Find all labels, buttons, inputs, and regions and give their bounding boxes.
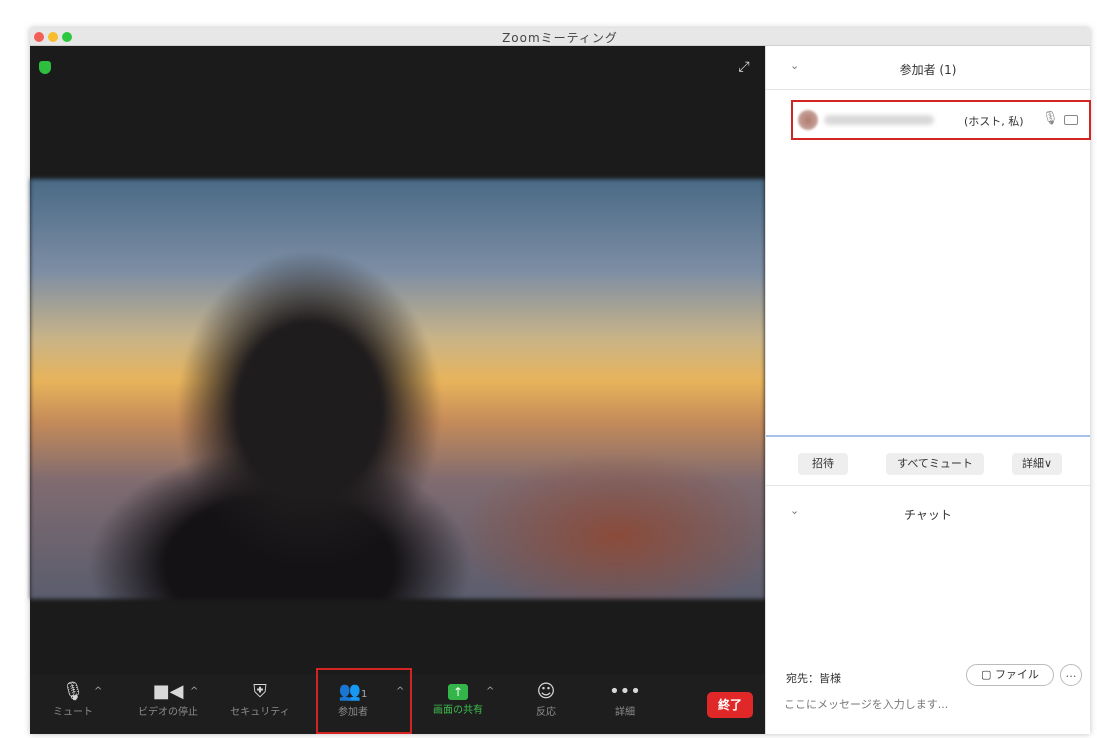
file-icon: ▢ [981, 668, 995, 681]
more-dots-icon: ••• [609, 681, 641, 702]
file-button[interactable]: ▢ ファイル [966, 664, 1054, 686]
share-screen-icon: ↑ [448, 684, 468, 700]
participants-options-chevron-icon[interactable]: ^ [396, 686, 404, 697]
security-shield-icon: ⛨ [253, 681, 267, 702]
title-bar: Zoomミーティング [30, 28, 1090, 46]
reactions-label: 反応 [536, 707, 556, 718]
share-options-chevron-icon[interactable]: ^ [486, 686, 494, 697]
list-divider [766, 435, 1090, 437]
camera-icon: ■◀ [152, 681, 184, 702]
participant-row[interactable]: (ホスト, 私) 🎙 [792, 102, 1088, 138]
share-screen-label: 画面の共有 [433, 705, 483, 716]
video-options-chevron-icon[interactable]: ^ [190, 686, 198, 697]
mute-options-chevron-icon[interactable]: ^ [94, 686, 102, 697]
chat-header: ⌄ チャット [766, 491, 1090, 535]
participants-title: 参加者 (1) [899, 63, 957, 77]
participants-count: 1 [361, 689, 368, 700]
file-label: ファイル [994, 668, 1039, 681]
side-panel: ⌄ 参加者 (1) (ホスト, 私) 🎙 招待 すべてミュート 詳細∨ ⌄ チャ… [765, 46, 1091, 734]
share-screen-button[interactable]: ↑ 画面の共有 [418, 674, 498, 734]
camera-small-icon[interactable] [1064, 115, 1078, 125]
meeting-toolbar: 🎙 ミュート ^ ■◀ ビデオの停止 ^ ⛨ セキュリティ 👥1 参加者 ^ ↑… [30, 674, 765, 734]
chat-title: チャット [904, 508, 952, 522]
participants-label: 参加者 [338, 707, 368, 718]
more-button[interactable]: ••• 詳細 [590, 674, 660, 734]
microphone-small-icon[interactable]: 🎙 [1042, 111, 1059, 126]
stop-video-label: ビデオの停止 [138, 707, 198, 718]
participant-actions: 招待 すべてミュート 詳細∨ [766, 444, 1090, 486]
reactions-button[interactable]: ☺ 反応 [516, 674, 576, 734]
chat-footer: 宛先：皆様 ▢ ファイル … [766, 656, 1090, 734]
expand-icon[interactable]: ⤢ [733, 56, 755, 78]
zoom-window: Zoomミーティング ⤢ 🎙 ミュート ^ ■◀ ビデオの停止 ^ ⛨ セキュリ… [30, 28, 1091, 734]
participants-icon: 👥1 [338, 681, 368, 702]
mute-button[interactable]: 🎙 ミュート [36, 674, 110, 734]
recipient-selector[interactable]: 宛先：皆様 [786, 670, 841, 686]
window-title: Zoomミーティング [502, 31, 618, 45]
participants-button[interactable]: 👥1 参加者 [318, 674, 388, 734]
video-area: ⤢ 🎙 ミュート ^ ■◀ ビデオの停止 ^ ⛨ セキュリティ 👥1 参加者 ^ [30, 46, 765, 734]
mute-label: ミュート [53, 707, 93, 718]
end-meeting-button[interactable]: 終了 [707, 692, 753, 718]
participant-role: (ホスト, 私) [964, 115, 1024, 128]
more-options-button[interactable]: 詳細∨ [1012, 453, 1062, 475]
security-label: セキュリティ [230, 707, 290, 718]
invite-button[interactable]: 招待 [798, 453, 848, 475]
avatar [798, 110, 818, 130]
chat-more-button[interactable]: … [1060, 664, 1082, 686]
participant-name-blurred [824, 115, 934, 125]
participant-video [30, 179, 765, 599]
reaction-icon: ☺ [536, 681, 556, 702]
mute-all-button[interactable]: すべてミュート [886, 453, 984, 475]
participants-header: ⌄ 参加者 (1) [766, 46, 1090, 90]
chat-message-input[interactable] [784, 694, 1074, 714]
stop-video-button[interactable]: ■◀ ビデオの停止 [118, 674, 218, 734]
shield-icon[interactable] [39, 61, 51, 74]
more-label: 詳細 [615, 707, 635, 718]
security-button[interactable]: ⛨ セキュリティ [218, 674, 302, 734]
